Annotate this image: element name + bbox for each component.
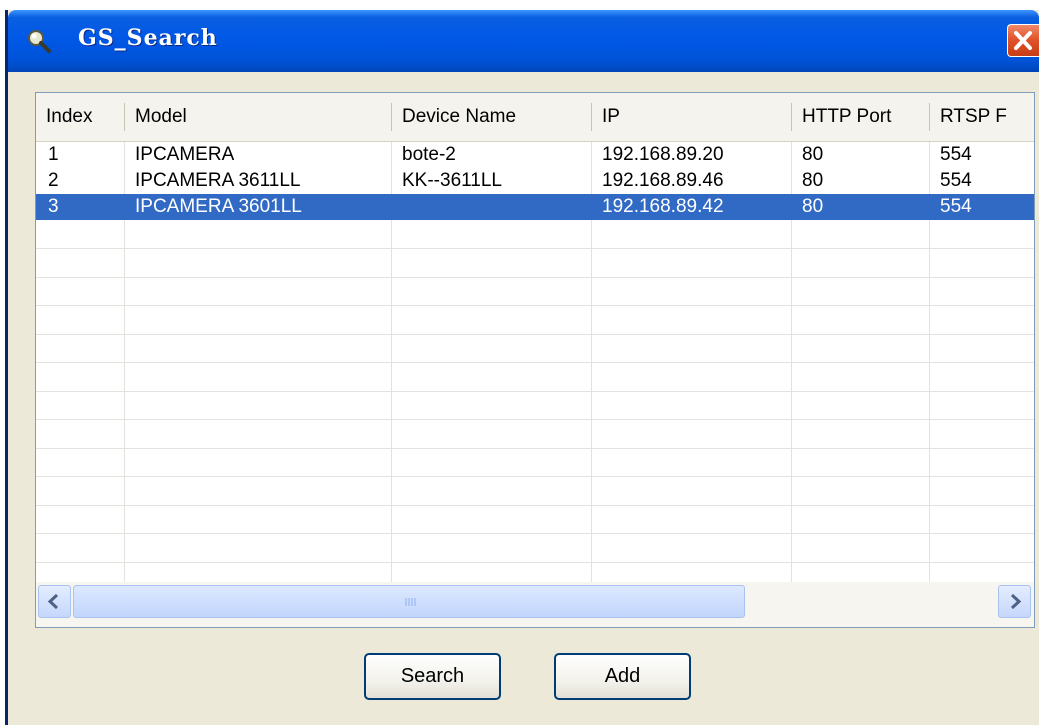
grid-row-line xyxy=(36,305,1034,306)
device-list[interactable]: Index Model Device Name IP HTTP Port RTS… xyxy=(35,92,1035,628)
cell-rtsp-port: 554 xyxy=(940,170,972,191)
grid-row-line xyxy=(36,562,1034,563)
cell-index: 2 xyxy=(48,170,59,191)
list-header: Index Model Device Name IP HTTP Port RTS… xyxy=(36,93,1034,142)
grid-row-line xyxy=(36,505,1034,506)
horizontal-scrollbar[interactable] xyxy=(36,582,1034,627)
column-header-index[interactable]: Index xyxy=(36,93,124,141)
chevron-right-icon xyxy=(1010,593,1022,610)
close-button[interactable] xyxy=(1007,24,1039,57)
cell-http-port: 80 xyxy=(802,144,824,165)
grip-icon xyxy=(405,598,416,606)
cell-index: 3 xyxy=(48,196,59,217)
cell-rtsp-port: 554 xyxy=(940,196,972,217)
column-header-http-port[interactable]: HTTP Port xyxy=(792,93,929,141)
grid-row-line xyxy=(36,476,1034,477)
grid-row-line xyxy=(36,248,1034,249)
cell-index: 1 xyxy=(48,144,59,165)
list-body: 1 IPCAMERA bote-2 192.168.89.20 80 554 2… xyxy=(36,142,1034,582)
grid-row-line xyxy=(36,334,1034,335)
grid-row-line xyxy=(36,277,1034,278)
search-magnifier-icon xyxy=(26,28,52,54)
search-button[interactable]: Search xyxy=(364,653,501,700)
cell-http-port: 80 xyxy=(802,196,824,217)
cell-device-name: bote-2 xyxy=(402,144,456,165)
add-button[interactable]: Add xyxy=(554,653,691,700)
scrollbar-thumb[interactable] xyxy=(73,585,745,618)
close-icon xyxy=(1014,31,1032,50)
window-title: GS_Search xyxy=(78,25,218,51)
scroll-right-button[interactable] xyxy=(998,585,1031,618)
cell-ip: 192.168.89.20 xyxy=(602,144,724,165)
column-header-rtsp-port[interactable]: RTSP F xyxy=(930,93,1034,141)
cell-model: IPCAMERA xyxy=(135,144,235,165)
cell-ip: 192.168.89.46 xyxy=(602,170,724,191)
title-bar[interactable]: GS_Search xyxy=(8,10,1039,72)
column-header-device-name[interactable]: Device Name xyxy=(392,93,591,141)
scroll-left-button[interactable] xyxy=(38,585,71,618)
gs-search-window: GS_Search Index Model Device Name IP HTT… xyxy=(5,10,1039,725)
grid-row-line xyxy=(36,419,1034,420)
grid-row-line xyxy=(36,391,1034,392)
table-row-selected[interactable]: 3 IPCAMERA 3601LL 192.168.89.42 80 554 xyxy=(36,194,1034,220)
cell-model: IPCAMERA 3601LL xyxy=(135,196,302,217)
cell-model: IPCAMERA 3611LL xyxy=(135,170,301,191)
column-header-ip[interactable]: IP xyxy=(592,93,791,141)
chevron-left-icon xyxy=(47,593,59,610)
table-row[interactable]: 2 IPCAMERA 3611LL KK--3611LL 192.168.89.… xyxy=(36,168,1034,194)
cell-device-name: KK--3611LL xyxy=(402,170,502,191)
column-header-model[interactable]: Model xyxy=(125,93,390,141)
grid-row-line xyxy=(36,448,1034,449)
cell-rtsp-port: 554 xyxy=(940,144,972,165)
grid-row-line xyxy=(36,362,1034,363)
cell-ip: 192.168.89.42 xyxy=(602,196,724,217)
grid-row-line xyxy=(36,533,1034,534)
table-row[interactable]: 1 IPCAMERA bote-2 192.168.89.20 80 554 xyxy=(36,142,1034,168)
cell-http-port: 80 xyxy=(802,170,824,191)
